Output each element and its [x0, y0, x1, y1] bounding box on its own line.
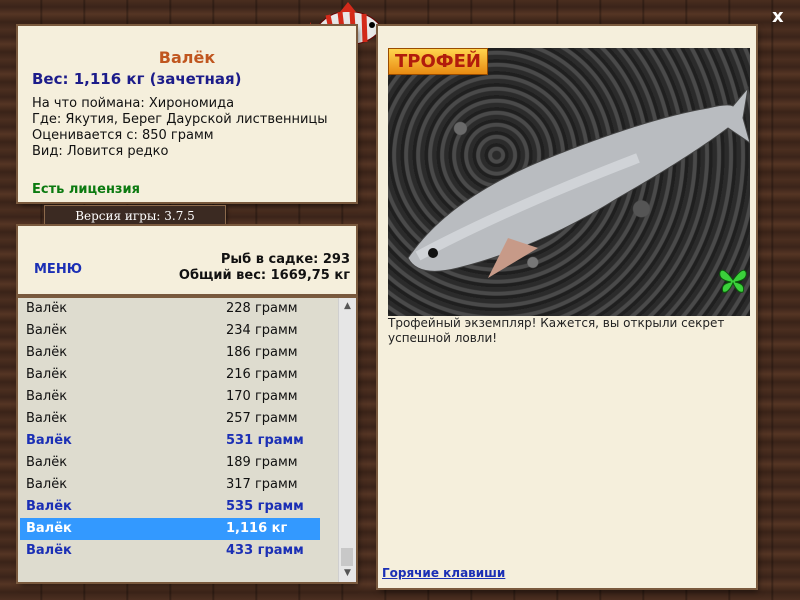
fish-info-panel: Валёк Вес: 1,116 кг (зачетная) На что по… — [18, 26, 356, 202]
list-item-weight: 433 грамм — [226, 543, 304, 558]
list-item-weight: 531 грамм — [226, 433, 304, 448]
list-item[interactable]: Валёк 257 грамм — [20, 408, 320, 430]
scrollbar[interactable]: ▲ ▼ — [338, 298, 356, 582]
list-item-weight: 317 грамм — [226, 477, 298, 492]
min-weight: Оценивается с: 850 грамм — [32, 128, 214, 143]
scroll-up-icon[interactable]: ▲ — [339, 298, 356, 315]
fish-name: Валёк — [158, 48, 216, 67]
list-item-name: Валёк — [26, 499, 72, 514]
list-item-weight: 257 грамм — [226, 411, 298, 426]
list-item-name: Валёк — [26, 323, 68, 338]
close-icon[interactable]: x — [772, 6, 784, 27]
list-item-weight: 1,116 кг — [226, 521, 288, 536]
list-item-name: Валёк — [26, 301, 68, 316]
list-item-weight: 234 грамм — [226, 323, 298, 338]
scroll-thumb[interactable] — [341, 548, 353, 566]
fish-weight: Вес: 1,116 кг (зачетная) — [32, 70, 242, 88]
fish-photo — [388, 48, 750, 316]
list-item-name: Валёк — [26, 367, 68, 382]
hotkeys-link[interactable]: Горячие клавиши — [382, 566, 505, 580]
list-item-name: Валёк — [26, 455, 68, 470]
list-item-name: Валёк — [26, 345, 68, 360]
list-item-name: Валёк — [26, 477, 68, 492]
list-item[interactable]: Валёк 189 грамм — [20, 452, 320, 474]
fish-count: Рыб в садке: 293 — [220, 252, 350, 267]
list-item-weight: 186 грамм — [226, 345, 298, 360]
list-item-weight: 535 грамм — [226, 499, 304, 514]
scroll-down-icon[interactable]: ▼ — [339, 565, 356, 582]
list-item-name: Валёк — [26, 521, 72, 536]
total-weight: Общий вес: 1669,75 кг — [178, 268, 350, 283]
list-item-weight: 216 грамм — [226, 367, 298, 382]
caught-on: На что поймана: Хирономида — [32, 96, 235, 111]
list-item[interactable]: Валёк 535 грамм — [20, 496, 320, 518]
trophy-panel: ТРОФЕЙ Трофейный экземпляр! Кажется, вы … — [378, 26, 756, 588]
menu-panel: МЕНЮ Рыб в садке: 293 Общий вес: 1669,75… — [18, 226, 356, 294]
list-item[interactable]: Валёк 228 грамм — [20, 298, 320, 320]
list-item-weight: 189 грамм — [226, 455, 298, 470]
catch-list[interactable]: Валёк 228 грамм Валёк 234 грамм Валёк 186 гра… — [18, 298, 356, 582]
list-item[interactable]: Валёк 1,116 кг — [20, 518, 320, 540]
rarity: Вид: Ловится редко — [32, 144, 169, 159]
butterfly-icon — [718, 266, 748, 298]
license-status: Есть лицензия — [32, 182, 140, 197]
list-item[interactable]: Валёк 170 грамм — [20, 386, 320, 408]
list-item[interactable]: Валёк 234 грамм — [20, 320, 320, 342]
list-item[interactable]: Валёк 531 грамм — [20, 430, 320, 452]
list-item[interactable]: Валёк 186 грамм — [20, 342, 320, 364]
list-item[interactable]: Валёк 317 грамм — [20, 474, 320, 496]
game-version: Версия игры: 3.7.5 — [44, 205, 226, 227]
location: Где: Якутия, Берег Даурской лиственницы — [32, 112, 328, 127]
trophy-badge: ТРОФЕЙ — [388, 48, 488, 75]
list-item-weight: 170 грамм — [226, 389, 298, 404]
list-item[interactable]: Валёк 216 грамм — [20, 364, 320, 386]
menu-button[interactable]: МЕНЮ — [34, 262, 82, 277]
catch-stats: Рыб в садке: 293 Общий вес: 1669,75 кг — [179, 252, 350, 284]
list-item-name: Валёк — [26, 433, 72, 448]
list-item[interactable]: Валёк 433 грамм — [20, 540, 320, 562]
list-item-name: Валёк — [26, 543, 72, 558]
trophy-description: Трофейный экземпляр! Кажется, вы открыли… — [388, 316, 725, 345]
list-item-weight: 228 грамм — [226, 301, 298, 316]
list-item-name: Валёк — [26, 411, 68, 426]
list-item-name: Валёк — [26, 389, 68, 404]
